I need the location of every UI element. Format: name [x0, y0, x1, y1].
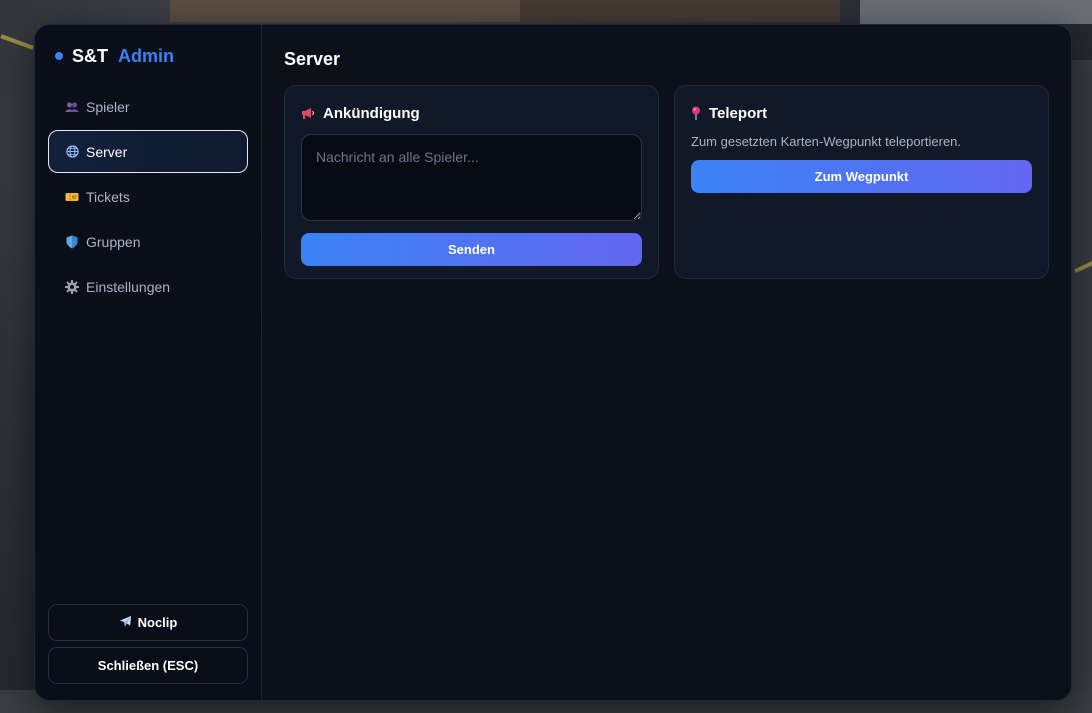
sidebar: S&T Admin Spieler Server Tickets Gruppen… [35, 25, 262, 700]
teleport-title-text: Teleport [709, 104, 768, 122]
announcement-card: Ankündigung Senden [284, 85, 659, 279]
sidebar-item-gruppen[interactable]: Gruppen [48, 220, 248, 263]
sidebar-item-server[interactable]: Server [48, 130, 248, 173]
airplane-icon [119, 615, 132, 631]
sidebar-nav: Spieler Server Tickets Gruppen Einstellu… [48, 85, 248, 308]
status-dot [55, 52, 63, 60]
cards-row: Ankündigung Senden Teleport Zum gesetzte… [284, 85, 1049, 279]
announcement-title: Ankündigung [301, 102, 642, 124]
sidebar-item-label: Gruppen [86, 233, 141, 250]
globe-icon [65, 145, 79, 159]
noclip-label: Noclip [137, 615, 178, 630]
teleport-title: Teleport [691, 102, 1032, 124]
teleport-card: Teleport Zum gesetzten Karten-Wegpunkt t… [674, 85, 1049, 279]
sidebar-item-tickets[interactable]: Tickets [48, 175, 248, 218]
announcement-title-text: Ankündigung [323, 104, 420, 122]
main-content: Server Ankündigung Senden Teleport [262, 25, 1071, 700]
shield-icon [65, 235, 79, 249]
teleport-waypoint-button[interactable]: Zum Wegpunkt [691, 160, 1032, 193]
pin-icon [691, 106, 701, 120]
page-title: Server [284, 49, 341, 69]
admin-panel: S&T Admin Spieler Server Tickets Gruppen… [34, 24, 1072, 701]
brand-accent: Admin [118, 45, 174, 66]
announcement-input[interactable] [301, 134, 642, 221]
sidebar-item-label: Server [86, 143, 128, 160]
sidebar-item-label: Einstellungen [86, 278, 171, 295]
close-button[interactable]: Schließen (ESC) [48, 647, 248, 684]
sidebar-item-spieler[interactable]: Spieler [48, 85, 248, 128]
gear-icon [65, 279, 79, 294]
sidebar-item-label: Spieler [86, 98, 130, 115]
teleport-description: Zum gesetzten Karten-Wegpunkt teleportie… [691, 134, 962, 149]
noclip-button[interactable]: Noclip [48, 604, 248, 641]
sidebar-item-label: Tickets [86, 188, 130, 205]
ticket-icon [65, 190, 79, 204]
megaphone-icon [301, 107, 315, 120]
people-icon [65, 100, 79, 114]
brand-name: S&T [72, 45, 108, 66]
close-label: Schließen (ESC) [97, 658, 199, 673]
brand: S&T Admin [48, 25, 248, 85]
sidebar-item-einstellungen[interactable]: Einstellungen [48, 265, 248, 308]
sidebar-actions: Noclip Schließen (ESC) [48, 598, 248, 684]
send-button[interactable]: Senden [301, 233, 642, 266]
